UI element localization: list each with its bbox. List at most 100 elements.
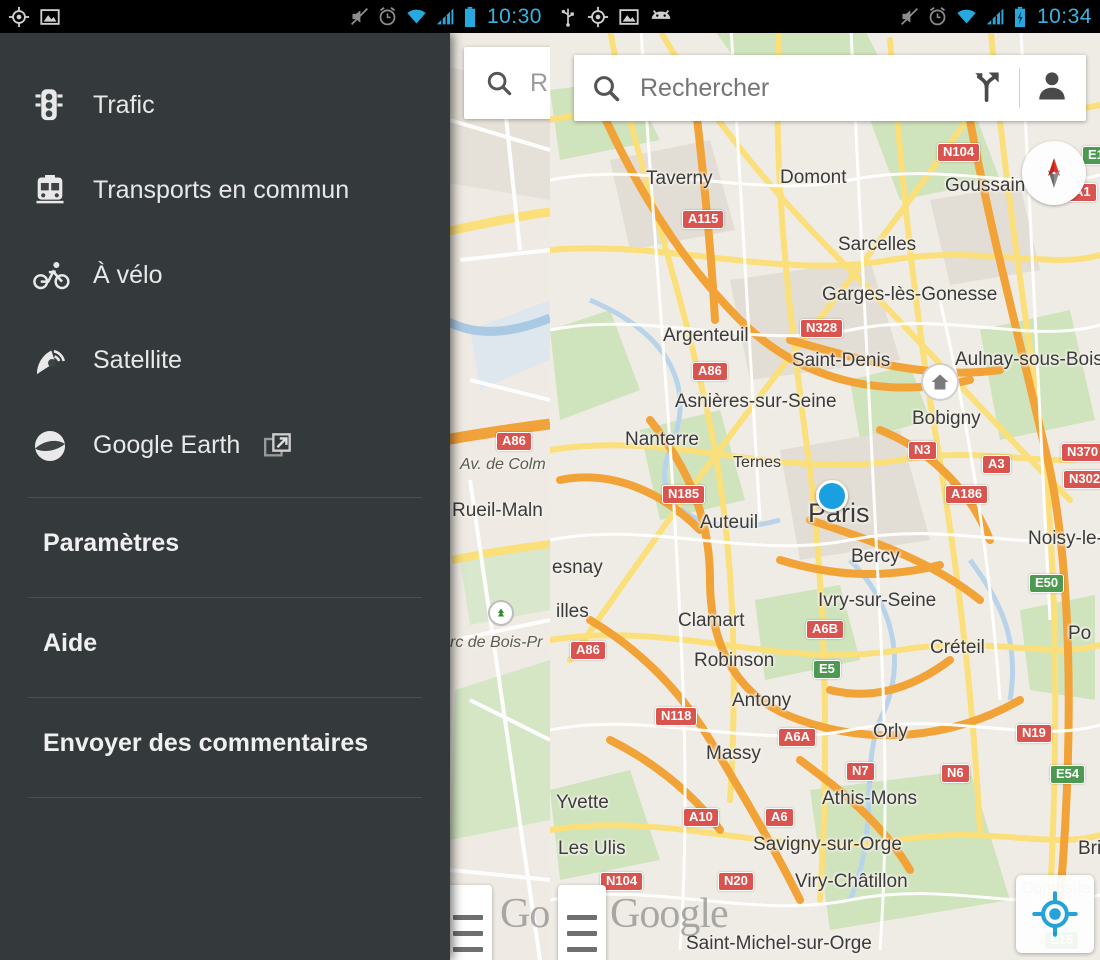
drawer-divider <box>28 797 422 798</box>
map-label: Viry-Châtillon <box>795 871 908 892</box>
search-icon <box>487 71 512 96</box>
road-shield: A6 <box>765 808 794 828</box>
map-label: Savigny-sur-Orge <box>753 834 902 855</box>
battery-charging-icon <box>1014 6 1025 27</box>
my-location-icon <box>1032 891 1078 937</box>
home-marker-icon[interactable] <box>921 363 959 401</box>
map-label: Bri <box>1078 838 1100 859</box>
road-shield: N118 <box>655 707 698 727</box>
drawer-item-a-velo[interactable]: À vélo <box>0 233 450 318</box>
road-shield: E5 <box>813 660 841 680</box>
drawer-item-label: Google Earth <box>93 431 241 459</box>
drawer-toggle-button-right[interactable] <box>558 885 606 960</box>
drawer-toggle-button-left[interactable] <box>444 885 492 960</box>
android-icon <box>651 9 671 19</box>
map-label: Auteuil <box>700 512 759 533</box>
road-shield: A86 <box>570 641 606 661</box>
right-screen: Mery-sur-Oise Taverny Domont Goussainvil… <box>550 0 1100 960</box>
account-button[interactable] <box>1034 68 1070 109</box>
train-icon <box>33 174 85 207</box>
status-left-icons <box>8 6 61 28</box>
map-label: Orly <box>873 721 908 742</box>
map-label-city: Rueil-Maln <box>452 500 543 521</box>
directions-button[interactable] <box>971 69 1005 108</box>
map-label: Noisy-le- <box>1028 528 1100 549</box>
map-canvas-right[interactable]: Mery-sur-Oise Taverny Domont Goussainvil… <box>550 0 1100 960</box>
map-label: Antony <box>732 690 792 711</box>
map-label: Massy <box>706 743 761 764</box>
drawer-item-google-earth[interactable]: Google Earth <box>0 403 450 488</box>
road-shield: N185 <box>662 485 706 505</box>
road-shield: N20 <box>718 872 754 892</box>
bicycle-icon <box>33 261 85 291</box>
drawer-item-trafic[interactable]: Trafic <box>0 63 450 148</box>
drawer-item-transports-en-commun[interactable]: Transports en commun <box>0 148 450 233</box>
road-shield: N7 <box>846 762 875 782</box>
hamburger-line <box>453 930 483 936</box>
road-shield: A115 <box>682 210 725 230</box>
search-input[interactable] <box>622 72 971 104</box>
map-label-street: Av. de Colm <box>460 456 546 473</box>
hamburger-line <box>567 930 597 936</box>
map-label: Sarcelles <box>838 234 917 255</box>
drawer-item-envoyer-des-commentaires[interactable]: Envoyer des commentaires <box>0 698 450 788</box>
hamburger-line <box>567 946 597 952</box>
park-marker-icon <box>488 600 514 626</box>
signal-icon <box>986 8 1004 25</box>
map-label: Nanterre <box>625 429 699 450</box>
hamburger-line <box>453 946 483 952</box>
status-left-icons <box>558 6 673 28</box>
road-shield: E1 <box>1082 146 1100 166</box>
road-shield: N328 <box>800 319 844 339</box>
drawer-item-aide[interactable]: Aide <box>0 598 450 688</box>
drawer-item-parametres[interactable]: Paramètres <box>0 498 450 588</box>
road-shield: A186 <box>945 485 989 505</box>
drawer-item-satellite[interactable]: Satellite <box>0 318 450 403</box>
tree-icon <box>498 608 504 617</box>
wifi-icon <box>957 9 976 24</box>
road-shield: N3 <box>908 441 937 461</box>
map-label: Domont <box>780 167 847 188</box>
drawer-item-label: Transports en commun <box>93 176 350 204</box>
road-shield: A6A <box>778 728 817 748</box>
alarm-icon <box>929 7 946 26</box>
drawer-item-label: Envoyer des commentaires <box>43 728 369 757</box>
battery-icon <box>464 6 475 27</box>
map-label: Les Ulis <box>558 838 626 859</box>
drawer-item-label: Aide <box>43 628 98 657</box>
alarm-icon <box>379 7 396 26</box>
wifi-icon <box>407 9 426 24</box>
road-shield: N19 <box>1016 724 1052 744</box>
google-logo-right: Google <box>610 891 729 937</box>
map-label: Argenteuil <box>663 325 749 346</box>
hamburger-line <box>453 914 483 920</box>
gps-icon <box>587 6 609 27</box>
my-location-button[interactable] <box>1016 875 1094 953</box>
search-bar-left[interactable]: R <box>464 47 550 119</box>
current-location-marker[interactable] <box>816 480 848 512</box>
drawer-item-label: Satellite <box>93 346 182 374</box>
compass-control[interactable] <box>1022 141 1086 205</box>
map-label: Robinson <box>694 650 775 671</box>
map-label: illes <box>556 601 589 622</box>
google-logo-left: Google <box>500 891 550 937</box>
map-label: Yvette <box>556 792 609 813</box>
directions-fork-icon <box>975 72 999 102</box>
road-shield: E54 <box>1050 765 1086 785</box>
navigation-drawer[interactable]: Trafic Transports en commun À vélo Satel… <box>0 33 450 960</box>
map-label: Garges-lès-Gonesse <box>822 284 998 305</box>
search-bar-right[interactable] <box>574 55 1086 121</box>
image-icon <box>619 8 639 25</box>
search-icon <box>594 76 620 102</box>
image-icon <box>40 8 60 25</box>
map-label: Bobigny <box>912 408 981 429</box>
google-earth-icon <box>33 429 85 463</box>
usb-icon <box>561 8 574 27</box>
hamburger-line <box>567 914 597 920</box>
status-bar-left: 10:30 <box>0 0 550 33</box>
account-person-icon <box>1039 71 1065 99</box>
road-shield: A3 <box>982 455 1011 475</box>
status-clock: 10:30 <box>486 4 542 28</box>
map-label: esnay <box>552 557 603 578</box>
road-shield: N104 <box>937 143 981 163</box>
